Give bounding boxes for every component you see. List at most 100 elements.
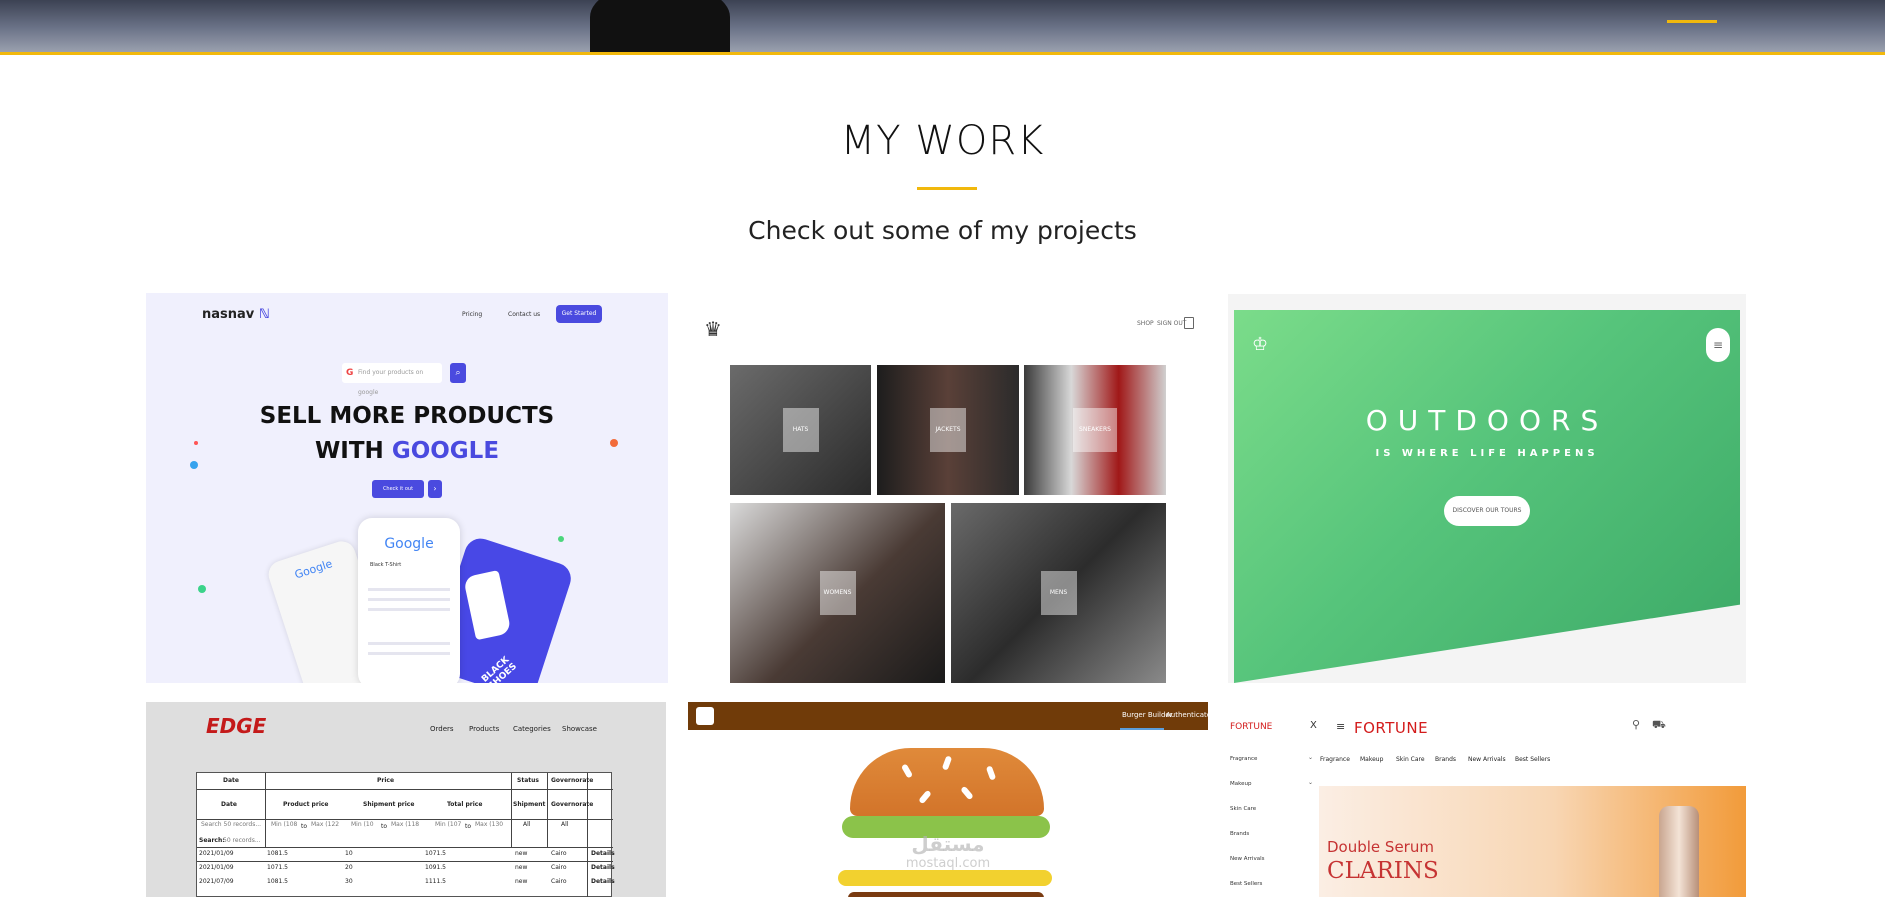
table-cell: 1081.5 bbox=[267, 878, 288, 885]
result-line bbox=[368, 642, 450, 645]
filter-input: Min (107 bbox=[435, 821, 462, 828]
nav-item: Makeup bbox=[1360, 756, 1384, 763]
tile-label: JACKETS bbox=[930, 408, 966, 452]
nav-contact: Contact us bbox=[508, 311, 541, 318]
table-header: Price bbox=[377, 777, 395, 784]
nav-products: Products bbox=[469, 725, 500, 733]
search-label: Search: bbox=[199, 837, 225, 844]
project-card-edge[interactable]: EDGE Orders Products Categories Showcase… bbox=[146, 702, 666, 897]
product-bottle bbox=[1659, 806, 1699, 897]
table-cell: new bbox=[515, 878, 528, 885]
nav-item: Skin Care bbox=[1396, 756, 1425, 763]
tile-sneakers: SNEAKERS bbox=[1024, 365, 1166, 495]
nav-item: Best Sellers bbox=[1515, 756, 1551, 763]
filter-to: to bbox=[301, 823, 308, 830]
fortune-logo: FORTUNE bbox=[1354, 719, 1429, 737]
hero-line1: Double Serum bbox=[1327, 838, 1434, 856]
nav-active-indicator bbox=[1120, 728, 1164, 730]
table-rule bbox=[197, 861, 613, 862]
google-g-icon: G bbox=[346, 368, 354, 378]
table-cell: 20 bbox=[345, 864, 353, 871]
hero-silhouette bbox=[590, 0, 730, 52]
table-cell: 1091.5 bbox=[425, 864, 446, 871]
project-card-nasnav[interactable]: nasnav ℕ Pricing Contact us Get Started … bbox=[146, 293, 668, 683]
table-cell: Cairo bbox=[551, 878, 567, 885]
decor-dot bbox=[558, 536, 564, 542]
project-card-outdoors[interactable]: ♔ ≡ OUTDOORS IS WHERE LIFE HAPPENS DISCO… bbox=[1228, 294, 1746, 683]
table-cell: 10 bbox=[345, 850, 353, 857]
filter-to: to bbox=[465, 823, 472, 830]
edge-logo: EDGE bbox=[206, 714, 267, 738]
table-cell: 2021/01/09 bbox=[199, 850, 234, 857]
filter-select: All bbox=[561, 821, 569, 828]
discover-tours-button: DISCOVER OUR TOURS bbox=[1444, 496, 1530, 526]
sidebar-item: Brands bbox=[1230, 831, 1250, 837]
table-rule bbox=[265, 773, 266, 847]
nav-sign-out: SIGN OUT bbox=[1157, 320, 1187, 327]
project-card-fortune[interactable]: FORTUNE X Fragrance ⌄ Makeup ⌄ Skin Care… bbox=[1228, 702, 1746, 897]
decor-dot bbox=[610, 439, 618, 447]
table-cell: 1071.5 bbox=[425, 850, 446, 857]
decor-dot bbox=[194, 441, 198, 445]
arrow-right-icon: › bbox=[428, 480, 442, 498]
watermark: مستقل mostaql.com bbox=[828, 832, 1068, 871]
table-header: Date bbox=[223, 777, 239, 784]
hero-banner bbox=[0, 0, 1885, 55]
nav-shop: SHOP bbox=[1137, 320, 1154, 327]
nav-active-underline bbox=[1667, 20, 1717, 23]
tile-label: HATS bbox=[782, 408, 819, 452]
filter-select: All bbox=[523, 821, 531, 828]
filter-input: Search 50 records... bbox=[201, 821, 262, 828]
title-divider bbox=[917, 187, 977, 190]
nav-item: Brands bbox=[1435, 756, 1456, 763]
hamburger-menu-icon: ≡ bbox=[1336, 720, 1346, 733]
fortune-hero: Double Serum CLARINS bbox=[1319, 786, 1746, 897]
filter-input: Max (118 bbox=[391, 821, 420, 828]
tile-label: SNEAKERS bbox=[1073, 408, 1117, 452]
burger-logo-icon bbox=[696, 707, 714, 725]
project-card-clothing-shop[interactable]: ♛ SHOP SIGN OUT HATS JACKETS SNEAKERS WO… bbox=[668, 291, 1228, 683]
outdoors-logo-icon: ♔ bbox=[1252, 334, 1269, 355]
table-rule bbox=[197, 847, 613, 848]
filter-input: Max (130 bbox=[475, 821, 504, 828]
table-cell: 2021/01/09 bbox=[199, 864, 234, 871]
nasnav-headline: SELL MORE PRODUCTS WITH GOOGLE bbox=[259, 403, 555, 464]
table-cell: 2021/07/09 bbox=[199, 878, 234, 885]
project-card-burger-builder[interactable]: Burger Builder Authenticate مستقل mostaq… bbox=[688, 702, 1208, 897]
tile-label: WOMENS bbox=[819, 571, 856, 615]
sidebar-item: Makeup bbox=[1230, 781, 1252, 787]
shoe-image bbox=[463, 570, 512, 641]
table-cell: new bbox=[515, 850, 528, 857]
tile-jackets: JACKETS bbox=[877, 365, 1019, 495]
check-it-out-button: Check it out bbox=[372, 480, 424, 498]
sub-header: Governorate bbox=[551, 801, 594, 808]
watermark-url: mostaql.com bbox=[905, 856, 991, 871]
result-line bbox=[368, 588, 450, 591]
sidebar-item: Skin Care bbox=[1230, 806, 1257, 812]
sub-header: Total price bbox=[447, 801, 483, 808]
chevron-down-icon: ⌄ bbox=[1308, 779, 1314, 786]
table-cell: Cairo bbox=[551, 864, 567, 871]
chevron-down-icon: ⌄ bbox=[1308, 754, 1314, 761]
search-icon: ⚲ bbox=[1632, 718, 1641, 731]
search-value: 50 records... bbox=[223, 837, 261, 844]
cart-icon: ⛟ bbox=[1652, 718, 1666, 731]
nav-item: Fragrance bbox=[1320, 756, 1350, 763]
outdoors-subtitle: IS WHERE LIFE HAPPENS bbox=[1375, 448, 1599, 459]
filter-input: Max (122 bbox=[311, 821, 340, 828]
phone-brand: Google bbox=[384, 536, 434, 552]
google-search-field: G Find your products on google bbox=[342, 363, 442, 396]
outdoors-title: OUTDOORS bbox=[1365, 404, 1609, 437]
filter-input: Min (108 bbox=[271, 821, 298, 828]
section-title: MY WORK bbox=[840, 118, 1045, 164]
result-line bbox=[368, 652, 450, 655]
tile-hats: HATS bbox=[730, 365, 871, 495]
search-icon: ⌕ bbox=[450, 363, 466, 383]
details-link: Details bbox=[591, 850, 615, 857]
nasnav-logo: nasnav ℕ bbox=[202, 307, 270, 322]
nav-categories: Categories bbox=[513, 725, 551, 733]
hero-line2: CLARINS bbox=[1327, 858, 1439, 884]
decor-dot bbox=[190, 461, 198, 469]
sub-header: Shipment bbox=[513, 801, 546, 808]
nav-showcase: Showcase bbox=[562, 725, 597, 733]
